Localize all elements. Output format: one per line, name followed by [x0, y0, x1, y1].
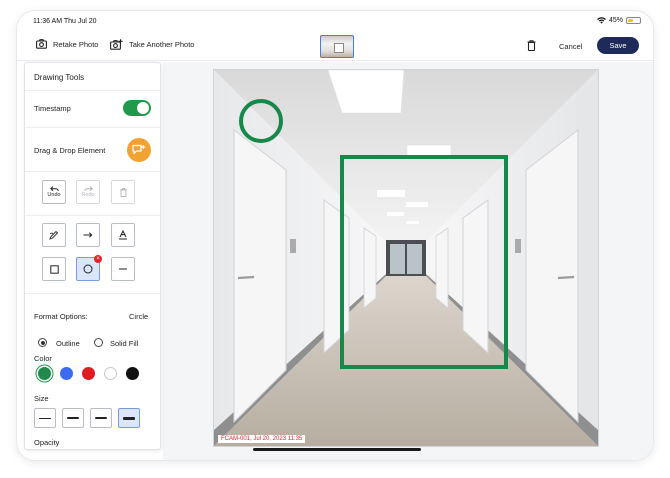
drag-drop-label: Drag & Drop Element: [34, 146, 106, 155]
take-another-photo-button[interactable]: Take Another Photo: [110, 39, 194, 50]
status-right: 45%: [597, 17, 641, 24]
color-label: Color: [34, 354, 52, 363]
save-button[interactable]: Save: [597, 37, 639, 54]
circle-icon: [83, 264, 93, 274]
size-option-3[interactable]: [90, 408, 112, 428]
undo-label: Undo: [47, 192, 61, 198]
cancel-button[interactable]: Cancel: [559, 42, 582, 51]
timestamp-label: Timestamp: [34, 104, 71, 113]
undo-button[interactable]: Undo: [42, 180, 66, 204]
timestamp-toggle[interactable]: [123, 100, 151, 116]
retake-photo-button[interactable]: Retake Photo: [36, 39, 98, 49]
circle-tool[interactable]: ×: [76, 255, 102, 281]
color-swatch-green[interactable]: [38, 367, 51, 380]
divider: [25, 293, 160, 294]
size-line: [123, 416, 135, 420]
drawing-tools-panel: Drawing Tools Timestamp Drag & Drop Elem…: [24, 62, 161, 450]
square-icon: [49, 264, 59, 274]
text-tool[interactable]: [111, 223, 135, 247]
arrow-tool[interactable]: [76, 223, 100, 247]
top-toolbar: Retake Photo Take Another Photo Cancel S…: [17, 31, 653, 61]
comment-plus-icon: [132, 144, 146, 155]
wifi-icon: [597, 17, 606, 24]
opacity-label: Opacity: [34, 438, 60, 447]
size-line: [95, 416, 107, 420]
corridor-photo: [214, 69, 598, 446]
solid-fill-radio[interactable]: [94, 338, 103, 347]
timestamp-overlay: FCAM-001, Jul 20, 2023 11:35: [218, 435, 306, 443]
redo-label: Redo: [81, 192, 95, 198]
photo-thumbnail[interactable]: [320, 35, 354, 58]
format-options-label: Format Options:: [34, 312, 88, 321]
camera-plus-icon: [110, 39, 123, 50]
size-option-2[interactable]: [62, 408, 84, 428]
drawing-canvas[interactable]: FCAM-001, Jul 20, 2023 11:35: [163, 62, 653, 460]
divider: [25, 171, 160, 172]
outline-radio[interactable]: [38, 338, 47, 347]
redo-button[interactable]: Redo: [76, 180, 100, 204]
freehand-tool[interactable]: [42, 223, 66, 247]
photo[interactable]: FCAM-001, Jul 20, 2023 11:35: [213, 69, 599, 447]
camera-icon: [36, 39, 47, 49]
drag-drop-button[interactable]: [127, 138, 151, 162]
color-swatch-black[interactable]: [126, 367, 139, 380]
text-icon: [119, 230, 127, 240]
battery-icon: [626, 17, 641, 24]
color-swatch-white[interactable]: [104, 367, 117, 380]
status-time: 11:36 AM Thu Jul 20: [33, 18, 97, 25]
solid-fill-label: Solid Fill: [110, 339, 139, 348]
divider: [25, 215, 160, 216]
home-indicator: [253, 448, 421, 451]
size-label: Size: [34, 394, 49, 403]
clear-button[interactable]: [111, 180, 135, 204]
line-tool[interactable]: [111, 257, 135, 281]
size-line: [39, 417, 51, 419]
trash-icon: [119, 187, 127, 197]
retake-photo-label: Retake Photo: [53, 39, 99, 49]
line-icon: [119, 268, 127, 270]
size-option-1[interactable]: [34, 408, 56, 428]
outline-label: Outline: [56, 339, 80, 348]
color-swatch-red[interactable]: [82, 367, 95, 380]
pen-icon: [49, 230, 59, 240]
format-options-value: Circle: [129, 312, 149, 321]
size-line: [67, 417, 79, 419]
arrow-right-icon: [83, 232, 93, 238]
take-another-photo-label: Take Another Photo: [129, 40, 195, 49]
trash-icon[interactable]: [527, 40, 536, 51]
size-option-4[interactable]: [118, 408, 140, 428]
rectangle-tool[interactable]: [42, 257, 66, 281]
toggle-knob: [137, 102, 149, 114]
ipad-screen: 11:36 AM Thu Jul 20 45% Retake Photo Tak…: [17, 11, 653, 460]
status-bar: 11:36 AM Thu Jul 20 45%: [17, 11, 653, 33]
divider: [25, 127, 160, 128]
battery-percent: 45%: [608, 17, 623, 24]
panel-title: Drawing Tools: [34, 73, 85, 82]
divider: [25, 90, 160, 91]
color-swatch-blue[interactable]: [60, 367, 73, 380]
remove-badge[interactable]: ×: [94, 255, 102, 263]
